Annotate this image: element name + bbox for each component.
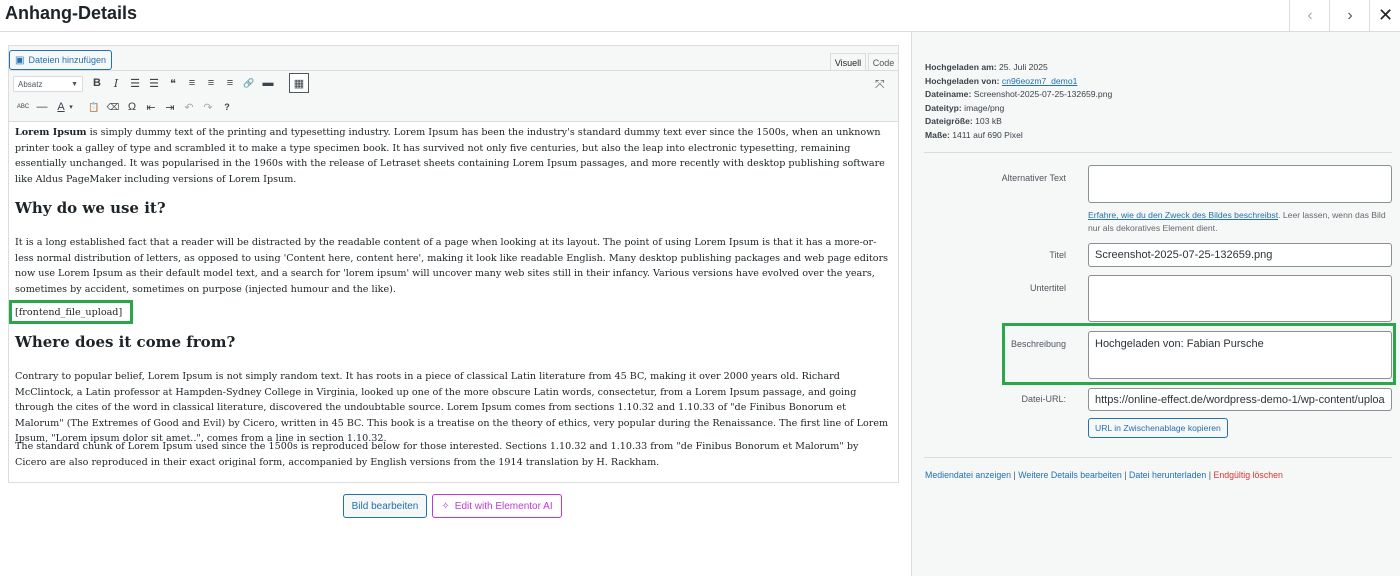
redo-icon[interactable]: ↷ — [199, 98, 217, 116]
heading-where: Where does it come from? — [15, 333, 236, 351]
description-input[interactable]: Hochgeladen von: Fabian Pursche — [1088, 331, 1392, 379]
next-attachment-button[interactable]: › — [1329, 0, 1370, 31]
strikethrough-icon[interactable]: ABC — [14, 98, 32, 116]
uploaded-by: Hochgeladen von: cn96eozm7_demo1 — [925, 75, 1078, 86]
italic-icon[interactable]: I — [107, 74, 125, 92]
align-right-icon[interactable]: ≡ — [221, 74, 239, 92]
add-media-button[interactable]: ▣ Dateien hinzufügen — [9, 50, 113, 70]
toolbar-toggle-icon[interactable]: ▦ — [289, 73, 309, 93]
delete-permanently-link[interactable]: Endgültig löschen — [1213, 470, 1282, 480]
align-left-icon[interactable]: ≡ — [183, 74, 201, 92]
caption-input[interactable] — [1088, 275, 1392, 322]
caption-label: Untertitel — [1029, 283, 1066, 293]
title-label: Titel — [1049, 250, 1066, 260]
view-media-link[interactable]: Mediendatei anzeigen — [925, 470, 1011, 480]
file-name: Dateiname: Screenshot-2025-07-25-132659.… — [925, 89, 1113, 100]
tab-code[interactable]: Code — [868, 53, 899, 71]
attachment-info-pane: Hochgeladen am: 25. Juli 2025 Hochgelade… — [911, 32, 1400, 576]
editor-toolbar: Absatz ▼ B I ☰ ☰ ❝ ≡ ≡ ≡ 🔗 ▬ ▦ ⤧ ABC — A… — [9, 70, 898, 122]
sparkle-icon: ✧ — [441, 500, 450, 512]
paragraph-1-bold: Lorem Ipsum — [15, 127, 87, 138]
paragraph-2: It is a long established fact that a rea… — [15, 237, 889, 295]
outdent-icon[interactable]: ⇤ — [142, 98, 160, 116]
alt-text-help: Erfahre, wie du den Zweck des Bildes bes… — [1088, 210, 1386, 233]
numbered-list-icon[interactable]: ☰ — [145, 74, 163, 92]
divider — [924, 152, 1392, 153]
paragraph-4: The standard chunk of Lorem Ipsum used s… — [15, 441, 859, 468]
bullet-list-icon[interactable]: ☰ — [126, 74, 144, 92]
title-input[interactable]: Screenshot-2025-07-25-132659.png — [1088, 243, 1392, 267]
edit-image-button[interactable]: Bild bearbeiten — [343, 494, 427, 518]
divider — [924, 457, 1392, 458]
close-button[interactable]: ✕ — [1369, 0, 1400, 31]
help-icon[interactable]: ? — [218, 98, 236, 116]
clear-formatting-icon[interactable]: ⌫ — [104, 98, 122, 116]
elementor-ai-label: Edit with Elementor AI — [454, 500, 553, 512]
indent-icon[interactable]: ⇥ — [161, 98, 179, 116]
previous-attachment-button[interactable]: ‹ — [1289, 0, 1330, 31]
description-label: Beschreibung — [1010, 339, 1066, 349]
file-url-input[interactable]: https://online-effect.de/wordpress-demo-… — [1088, 388, 1392, 411]
undo-icon[interactable]: ↶ — [180, 98, 198, 116]
file-size: Dateigröße: 103 kB — [925, 116, 1002, 127]
file-url-label: Datei-URL: — [1021, 394, 1066, 404]
text-color-dropdown-icon[interactable]: ▾ — [66, 98, 76, 116]
copy-url-button[interactable]: URL in Zwischenablage kopieren — [1088, 418, 1228, 438]
chevron-right-icon: › — [1347, 6, 1353, 24]
paragraph-1: Lorem Ipsum is simply dummy text of the … — [15, 125, 891, 187]
read-more-icon[interactable]: ▬ — [259, 74, 277, 92]
align-center-icon[interactable]: ≡ — [202, 74, 220, 92]
bold-icon[interactable]: B — [88, 74, 106, 92]
tab-visual[interactable]: Visuell — [830, 53, 866, 71]
chevron-down-icon: ▼ — [71, 80, 78, 88]
special-character-icon[interactable]: Ω — [123, 98, 141, 116]
alt-text-label: Alternativer Text — [1001, 173, 1066, 183]
uploaded-on: Hochgeladen am: 25. Juli 2025 — [925, 62, 1048, 72]
blockquote-icon[interactable]: ❝ — [164, 74, 182, 92]
link-icon[interactable]: 🔗 — [240, 74, 258, 92]
media-icon: ▣ — [15, 54, 25, 66]
shortcode-highlight — [9, 300, 133, 324]
editor-content[interactable]: Lorem Ipsum is simply dummy text of the … — [9, 121, 898, 481]
file-type: Dateityp: image/png — [925, 102, 1005, 113]
heading-why: Why do we use it? — [15, 199, 166, 217]
horizontal-line-icon[interactable]: — — [33, 98, 51, 116]
paste-text-icon[interactable]: 📋 — [85, 98, 103, 116]
uploader-link[interactable]: cn96eozm7_demo1 — [1002, 76, 1078, 86]
paragraph-1-text: is simply dummy text of the printing and… — [15, 127, 885, 185]
close-icon: ✕ — [1377, 5, 1394, 25]
edit-with-elementor-ai-button[interactable]: ✧ Edit with Elementor AI — [432, 494, 562, 518]
edit-more-details-link[interactable]: Weitere Details bearbeiten — [1018, 470, 1122, 480]
file-details: Hochgeladen am: 25. Juli 2025 Hochgelade… — [925, 61, 1112, 143]
download-file-link[interactable]: Datei herunterladen — [1129, 470, 1206, 480]
modal-header: Anhang-Details ‹ › ✕ — [0, 0, 1400, 32]
modal-title: Anhang-Details — [5, 3, 138, 23]
alt-text-input[interactable] — [1088, 165, 1392, 203]
alt-text-help-link[interactable]: Erfahre, wie du den Zweck des Bildes bes… — [1088, 210, 1278, 220]
editor-top-bar: ▣ Dateien hinzufügen Visuell Code — [9, 46, 899, 71]
description-editor: ▣ Dateien hinzufügen Visuell Code Absatz… — [8, 45, 899, 483]
add-media-label: Dateien hinzufügen — [28, 55, 107, 65]
shortcode-text: [frontend_file_upload] — [15, 307, 123, 318]
attachment-media-pane: ▣ Dateien hinzufügen Visuell Code Absatz… — [0, 32, 911, 576]
fullscreen-icon[interactable]: ⤧ — [875, 77, 885, 92]
attachment-actions: Mediendatei anzeigen | Weitere Details b… — [925, 470, 1283, 480]
chevron-left-icon: ‹ — [1307, 6, 1313, 24]
dimensions: Maße: 1411 auf 690 Pixel — [925, 129, 1023, 140]
format-select-value: Absatz — [18, 79, 43, 89]
paragraph-3: Contrary to popular belief, Lorem Ipsum … — [15, 371, 889, 445]
format-select[interactable]: Absatz ▼ — [13, 76, 83, 92]
